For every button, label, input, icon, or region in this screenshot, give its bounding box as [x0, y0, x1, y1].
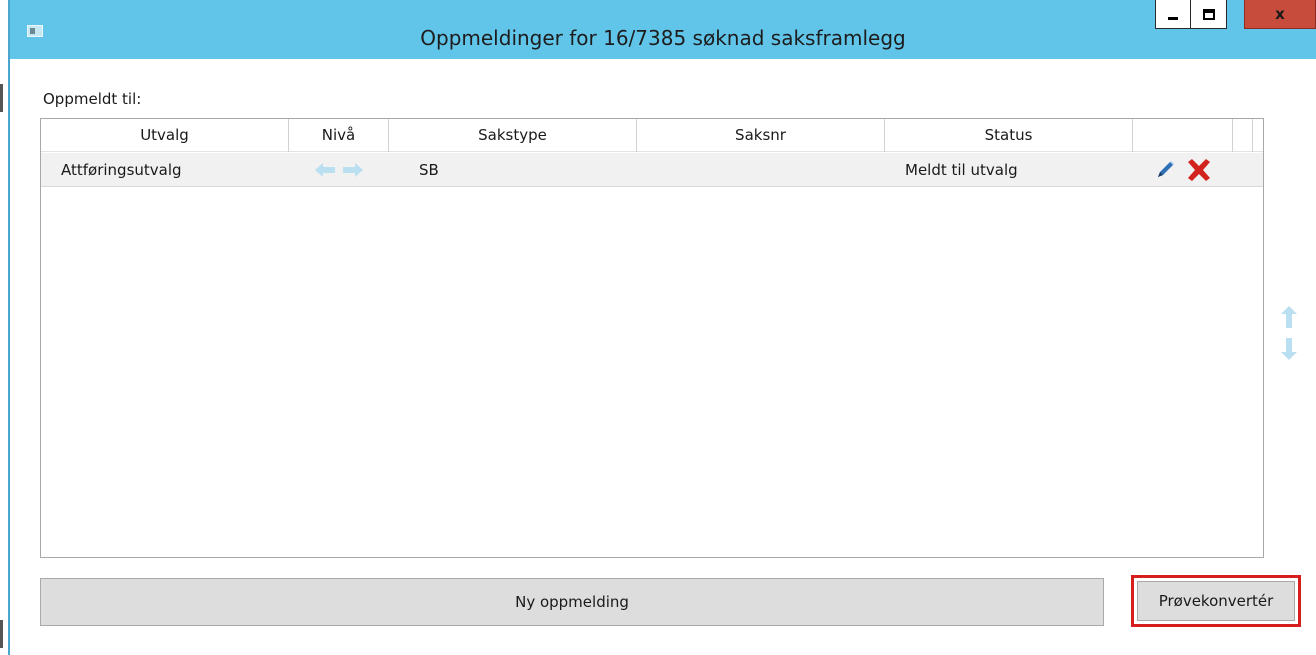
pencil-icon[interactable] [1154, 159, 1176, 181]
minimize-icon [1168, 16, 1178, 20]
title-bar[interactable]: Oppmeldinger for 16/7385 søknad saksfram… [10, 0, 1316, 59]
section-label: Oppmeldt til: [43, 90, 142, 108]
arrow-left-icon[interactable] [315, 163, 335, 177]
edge-tick [0, 84, 3, 112]
reorder-controls [1281, 306, 1297, 360]
cell-niva [289, 153, 389, 187]
table-row[interactable]: Attføringsutvalg SB Meldt til utvalg [41, 153, 1263, 187]
delete-x-icon[interactable] [1186, 158, 1212, 182]
maximize-button[interactable] [1191, 0, 1227, 29]
new-registration-button[interactable]: Ny oppmelding [40, 578, 1104, 626]
arrow-up-icon[interactable] [1281, 306, 1297, 328]
arrow-down-icon[interactable] [1281, 338, 1297, 360]
column-header-sakstype[interactable]: Sakstype [389, 119, 637, 152]
cell-utvalg: Attføringsutvalg [61, 161, 182, 179]
column-header-utvalg[interactable]: Utvalg [41, 119, 289, 152]
edge-tick [0, 620, 3, 648]
registrations-grid[interactable]: Utvalg Nivå Sakstype Saksnr Status Attfø… [40, 118, 1264, 558]
close-button[interactable]: x [1244, 0, 1316, 29]
arrow-right-icon[interactable] [343, 163, 363, 177]
window-title: Oppmeldinger for 16/7385 søknad saksfram… [420, 26, 906, 50]
grid-header: Utvalg Nivå Sakstype Saksnr Status [41, 119, 1263, 152]
column-header-status[interactable]: Status [885, 119, 1133, 152]
highlight-outline: Prøvekonvertér [1131, 575, 1301, 627]
maximize-icon [1202, 8, 1215, 20]
column-header-filler [1233, 119, 1253, 152]
minimize-button[interactable] [1155, 0, 1191, 29]
cell-actions [1133, 153, 1233, 187]
column-header-saksnr[interactable]: Saksnr [637, 119, 885, 152]
test-convert-button[interactable]: Prøvekonvertér [1137, 581, 1295, 621]
cell-status: Meldt til utvalg [905, 161, 1018, 179]
close-icon: x [1275, 5, 1285, 23]
column-header-actions[interactable] [1133, 119, 1233, 152]
cell-sakstype: SB [419, 161, 439, 179]
column-header-niva[interactable]: Nivå [289, 119, 389, 152]
cell-saksnr [637, 153, 885, 187]
dialog-window: Oppmeldinger for 16/7385 søknad saksfram… [10, 0, 1316, 655]
background-window-edge [0, 0, 10, 655]
